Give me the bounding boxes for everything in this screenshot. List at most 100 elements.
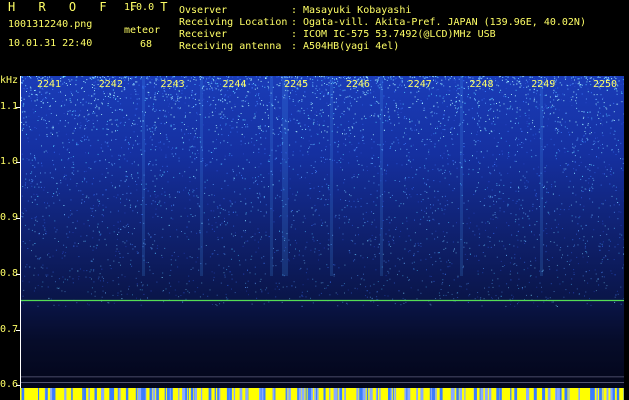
noise-speck xyxy=(438,170,440,172)
noise-speck xyxy=(456,112,458,114)
noise-speck xyxy=(543,108,545,110)
noise-speck xyxy=(31,201,33,203)
noise-speck xyxy=(125,175,127,177)
noise-speck xyxy=(213,80,215,82)
noise-speck xyxy=(437,89,439,91)
noise-speck xyxy=(518,190,520,192)
noise-speck xyxy=(274,99,276,101)
noise-speck xyxy=(579,238,581,240)
noise-speck xyxy=(429,108,431,110)
noise-speck xyxy=(554,90,556,92)
noise-speck xyxy=(338,214,340,216)
noise-speck xyxy=(391,219,392,221)
noise-speck xyxy=(385,106,386,108)
noise-speck xyxy=(448,259,449,261)
noise-speck xyxy=(159,200,161,202)
noise-speck xyxy=(302,95,304,97)
noise-speck xyxy=(258,247,260,249)
noise-speck xyxy=(223,302,225,304)
info-key: Receiving antenna xyxy=(179,41,282,52)
noise-speck xyxy=(183,124,185,125)
noise-speck xyxy=(313,167,315,168)
noise-speck xyxy=(91,78,93,80)
noise-speck xyxy=(137,200,139,202)
noise-speck xyxy=(307,278,309,280)
noise-speck xyxy=(207,101,209,103)
noise-speck xyxy=(226,269,228,271)
noise-speck xyxy=(473,139,475,141)
noise-speck xyxy=(69,189,71,191)
noise-speck xyxy=(322,282,324,284)
noise-speck xyxy=(35,159,36,161)
noise-speck xyxy=(535,195,537,197)
noise-speck xyxy=(86,235,88,237)
noise-speck xyxy=(34,155,35,157)
noise-speck xyxy=(110,211,112,213)
noise-speck xyxy=(173,76,175,78)
noise-speck xyxy=(110,149,112,151)
noise-speck xyxy=(46,267,48,269)
noise-speck xyxy=(259,126,261,128)
noise-speck xyxy=(396,163,398,165)
noise-speck xyxy=(430,207,432,209)
noise-speck xyxy=(145,143,147,145)
noise-speck xyxy=(92,249,94,251)
noise-speck xyxy=(571,278,573,280)
noise-speck xyxy=(593,291,595,293)
noise-speck xyxy=(521,287,523,289)
noise-speck xyxy=(463,154,465,155)
noise-speck xyxy=(391,194,393,196)
noise-speck xyxy=(27,248,29,249)
noise-speck xyxy=(414,243,416,245)
noise-speck xyxy=(489,241,491,242)
noise-speck xyxy=(135,205,137,207)
noise-speck xyxy=(596,280,598,282)
noise-speck xyxy=(109,97,111,98)
noise-speck xyxy=(524,182,526,184)
noise-speck xyxy=(512,108,513,110)
noise-speck xyxy=(221,116,223,117)
noise-speck xyxy=(94,100,96,102)
noise-speck xyxy=(595,124,597,126)
noise-speck xyxy=(427,179,429,181)
noise-speck xyxy=(279,82,281,84)
noise-speck xyxy=(118,283,120,285)
noise-speck xyxy=(117,292,119,294)
noise-speck xyxy=(383,95,385,97)
noise-speck xyxy=(325,146,327,148)
noise-speck xyxy=(288,260,290,262)
noise-speck xyxy=(88,113,90,115)
noise-speck xyxy=(408,279,410,280)
noise-speck xyxy=(64,174,66,176)
noise-speck xyxy=(31,171,33,173)
noise-speck xyxy=(603,105,605,107)
noise-speck xyxy=(355,234,356,236)
noise-speck xyxy=(384,295,386,297)
noise-speck xyxy=(32,179,34,181)
noise-speck xyxy=(416,270,418,271)
noise-speck xyxy=(326,158,328,160)
noise-speck xyxy=(451,138,453,140)
noise-speck xyxy=(371,104,373,106)
noise-speck xyxy=(458,78,460,80)
noise-speck xyxy=(225,124,227,126)
noise-speck xyxy=(404,84,405,86)
noise-speck xyxy=(66,76,68,78)
noise-speck xyxy=(587,124,589,126)
noise-speck xyxy=(616,290,618,292)
noise-speck xyxy=(170,114,172,116)
noise-speck xyxy=(385,275,387,277)
noise-speck xyxy=(154,201,156,203)
noise-speck xyxy=(463,143,465,144)
noise-speck xyxy=(321,150,323,152)
noise-speck xyxy=(593,229,595,231)
noise-speck xyxy=(53,145,54,147)
noise-speck xyxy=(449,90,451,92)
noise-speck xyxy=(413,253,415,255)
noise-speck xyxy=(208,83,210,85)
noise-speck xyxy=(124,212,126,214)
noise-speck xyxy=(321,186,323,188)
noise-speck xyxy=(220,282,222,284)
noise-speck xyxy=(492,154,494,156)
noise-speck xyxy=(568,208,570,210)
